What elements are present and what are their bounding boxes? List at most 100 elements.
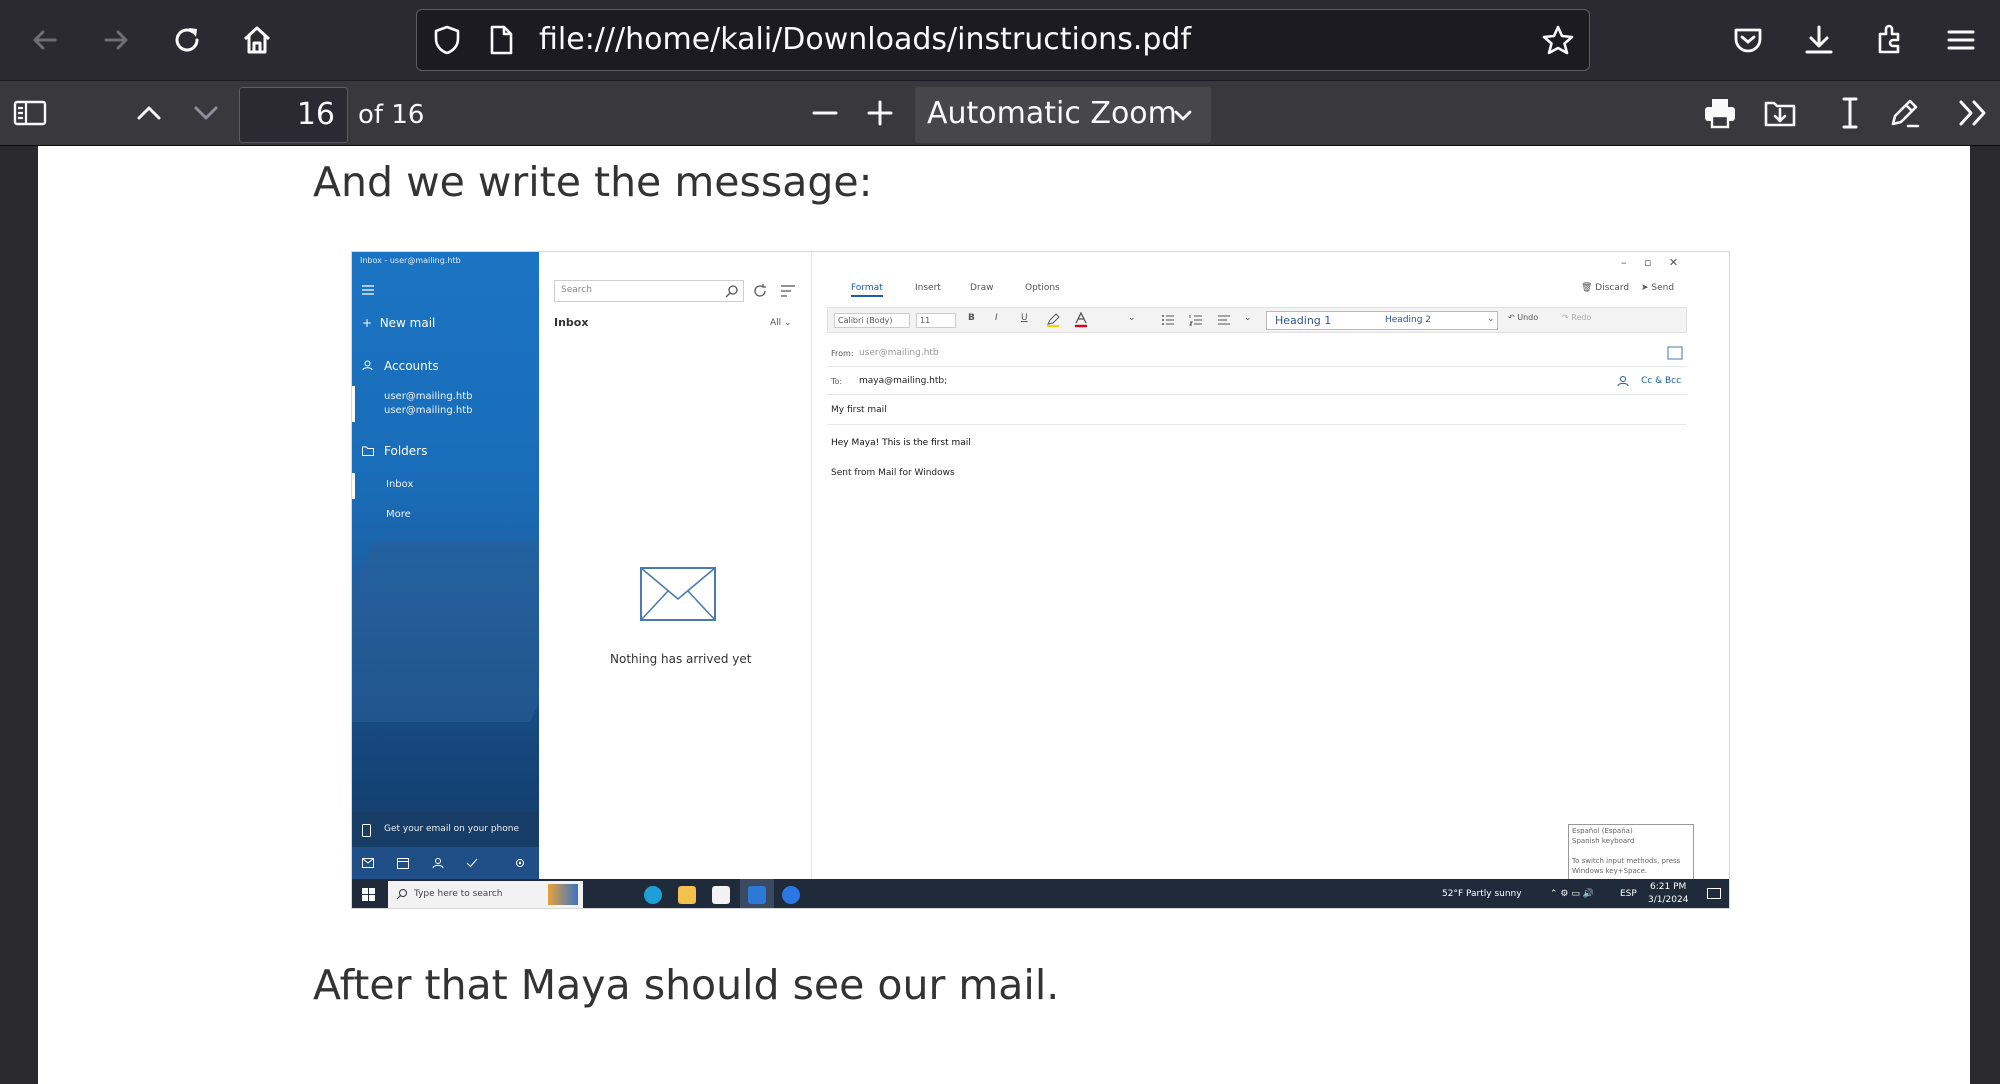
- hamburger-menu-icon: [362, 285, 374, 295]
- save-icon: [1764, 101, 1796, 127]
- back-arrow-icon: [33, 30, 57, 50]
- mountain-background: [352, 542, 539, 722]
- subject-field[interactable]: My first mail: [827, 399, 1687, 425]
- tab-options[interactable]: Options: [1025, 283, 1060, 293]
- filter-icon[interactable]: [780, 284, 796, 298]
- draw-button[interactable]: [1882, 91, 1926, 135]
- more-folders[interactable]: More: [386, 509, 411, 520]
- reload-button[interactable]: [165, 18, 209, 62]
- new-mail-button[interactable]: + New mail: [362, 316, 435, 330]
- bullets-icon[interactable]: [1161, 313, 1175, 327]
- url-text[interactable]: file:///home/kali/Downloads/instructions…: [539, 10, 1191, 70]
- highlight-icon[interactable]: [1046, 313, 1060, 327]
- font-size-select[interactable]: 11: [916, 313, 956, 328]
- search-icon: [396, 889, 407, 900]
- discard-button[interactable]: 🗑 Discard: [1581, 283, 1629, 293]
- redo-button[interactable]: ↷ Redo: [1562, 313, 1591, 322]
- send-button[interactable]: ➤ Send: [1641, 283, 1674, 293]
- font-color-icon[interactable]: [1074, 312, 1088, 328]
- url-bar[interactable]: file:///home/kali/Downloads/instructions…: [416, 9, 1590, 71]
- from-field[interactable]: From: user@mailing.htb: [827, 341, 1687, 367]
- pocket-button[interactable]: [1726, 18, 1770, 62]
- text-select-button[interactable]: [1828, 91, 1872, 135]
- align-icon[interactable]: [1217, 313, 1231, 327]
- align-dropdown[interactable]: ⌄: [1244, 313, 1252, 323]
- store-icon[interactable]: [712, 886, 730, 904]
- inbox-folder[interactable]: Inbox: [386, 479, 413, 490]
- app-menu-button[interactable]: [1939, 18, 1983, 62]
- downloads-button[interactable]: [1797, 18, 1841, 62]
- clock-time[interactable]: 6:21 PM: [1650, 882, 1686, 892]
- expand-header-icon[interactable]: [1667, 346, 1683, 360]
- zoom-select[interactable]: Automatic Zoom: [915, 87, 1211, 143]
- more-format-dropdown[interactable]: ⌄: [1128, 313, 1136, 323]
- undo-button[interactable]: ↶ Undo: [1508, 313, 1538, 322]
- message-body[interactable]: Hey Maya! This is the first mail: [831, 438, 971, 448]
- style-heading-2[interactable]: Heading 2: [1385, 315, 1431, 325]
- tab-insert[interactable]: Insert: [915, 283, 941, 293]
- filter-value: All: [770, 318, 782, 328]
- firefox-icon[interactable]: [782, 886, 800, 904]
- accounts-label[interactable]: Accounts: [384, 359, 439, 373]
- windows-start-icon[interactable]: [362, 888, 375, 901]
- system-tray-icons[interactable]: ⌃ ⚙ ▭ 🔊: [1550, 889, 1594, 899]
- print-button[interactable]: [1698, 91, 1742, 135]
- forward-button[interactable]: [94, 18, 138, 62]
- notification-icon[interactable]: [1707, 888, 1721, 901]
- account-item[interactable]: user@mailing.htb: [384, 391, 473, 402]
- sidebar-toggle-button[interactable]: [8, 91, 52, 135]
- sidebar-app-switcher: [352, 847, 539, 879]
- styles-dropdown[interactable]: ⌄: [1487, 314, 1495, 324]
- folders-label[interactable]: Folders: [384, 444, 427, 458]
- weather-widget[interactable]: 52°F Partly sunny: [1442, 889, 1522, 899]
- mail-search-input[interactable]: Search: [554, 280, 744, 302]
- mail-taskbar-active[interactable]: [740, 879, 774, 908]
- back-button[interactable]: [23, 18, 67, 62]
- more-tools-button[interactable]: [1952, 91, 1996, 135]
- home-button[interactable]: [235, 18, 279, 62]
- cc-bcc-button[interactable]: Cc & Bcc: [1641, 376, 1681, 386]
- mail-icon[interactable]: [362, 858, 374, 868]
- taskbar-search-input[interactable]: Type here to search: [388, 881, 583, 908]
- format-ribbon: Calibri (Body) 11 B I U ⌄ ⌄ Heading 1 He…: [827, 307, 1687, 333]
- zoom-out-button[interactable]: [803, 91, 847, 135]
- bold-button[interactable]: B: [968, 313, 975, 323]
- shield-icon[interactable]: [431, 24, 463, 56]
- style-heading-1[interactable]: Heading 1: [1275, 314, 1331, 327]
- page-count: of 16: [358, 100, 425, 130]
- pdf-viewer[interactable]: And we write the message: Inbox - user@m…: [0, 146, 2000, 1084]
- styles-gallery[interactable]: Heading 1 Heading 2 ⌄: [1266, 311, 1498, 330]
- bookmark-star-icon[interactable]: [1541, 24, 1575, 58]
- file-explorer-icon[interactable]: [678, 886, 696, 904]
- sync-icon[interactable]: [752, 283, 768, 299]
- to-field[interactable]: To: maya@mailing.htb; Cc & Bcc: [827, 369, 1687, 395]
- underline-button[interactable]: U: [1021, 313, 1028, 323]
- window-controls[interactable]: – ▫ ✕: [1621, 256, 1678, 269]
- extensions-button[interactable]: [1868, 18, 1912, 62]
- filter-dropdown[interactable]: All ⌄: [770, 318, 792, 328]
- italic-button[interactable]: I: [995, 313, 998, 323]
- mail-signature: Sent from Mail for Windows: [831, 468, 955, 478]
- page-number-input[interactable]: 16: [239, 87, 348, 143]
- gear-icon[interactable]: [514, 857, 526, 869]
- edge-icon[interactable]: [644, 886, 662, 904]
- save-button[interactable]: [1758, 91, 1802, 135]
- contact-icon[interactable]: [1617, 375, 1629, 387]
- clock-date[interactable]: 3/1/2024: [1648, 895, 1688, 905]
- phone-prompt[interactable]: Get your email on your phone: [384, 824, 519, 834]
- language-indicator[interactable]: ESP: [1620, 889, 1637, 899]
- page-icon[interactable]: [486, 24, 516, 56]
- font-select[interactable]: Calibri (Body): [834, 313, 910, 328]
- previous-page-button[interactable]: [127, 91, 171, 135]
- next-page-button[interactable]: [184, 91, 228, 135]
- tab-draw[interactable]: Draw: [970, 283, 994, 293]
- zoom-in-button[interactable]: [858, 91, 902, 135]
- account-item[interactable]: user@mailing.htb: [384, 405, 473, 416]
- print-icon: [1705, 99, 1735, 129]
- phone-icon: [362, 824, 371, 837]
- people-icon[interactable]: [432, 857, 444, 869]
- tab-format[interactable]: Format: [851, 283, 883, 297]
- todo-icon[interactable]: [466, 857, 478, 869]
- calendar-icon[interactable]: [397, 857, 409, 869]
- numbering-icon[interactable]: [1189, 313, 1203, 327]
